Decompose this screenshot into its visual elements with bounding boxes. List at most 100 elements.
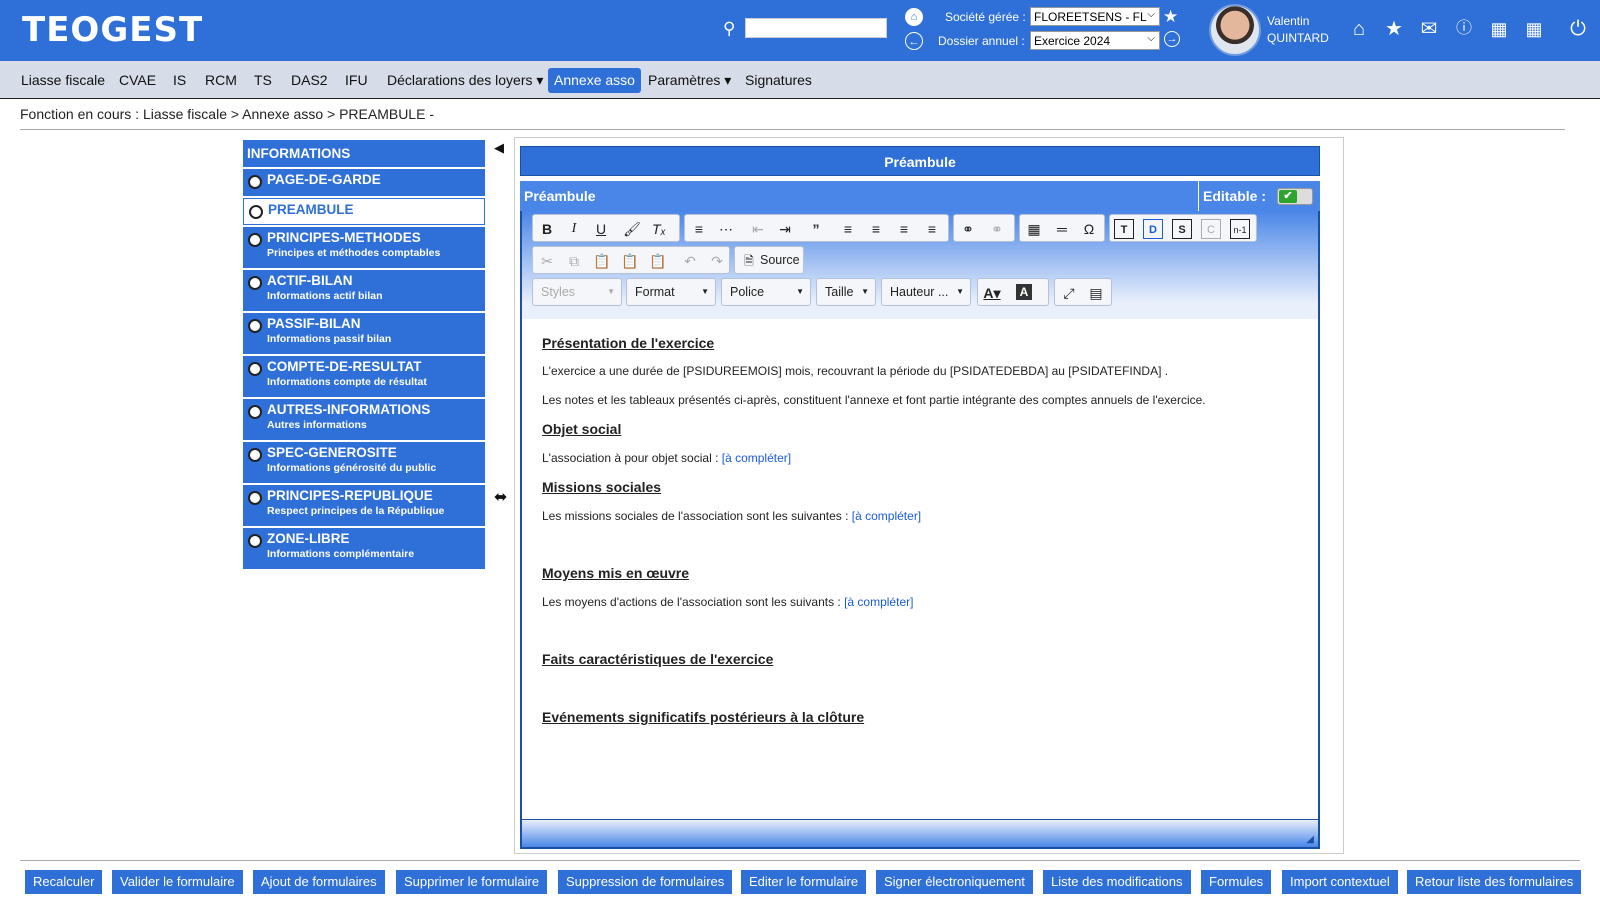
menu-rcm[interactable]: RCM — [199, 68, 243, 93]
mail-icon[interactable]: ✉ — [1417, 17, 1441, 41]
menu-liasse-fiscale[interactable]: Liasse fiscale — [15, 68, 111, 93]
radio-icon[interactable] — [248, 362, 262, 376]
line-height-dropdown[interactable]: Hauteur ... ▼ — [881, 278, 971, 306]
remove-format-icon[interactable]: Tₓ — [649, 219, 669, 239]
bg-color-icon[interactable]: A — [1016, 284, 1032, 300]
power-icon[interactable]: ⏻ — [1566, 17, 1590, 41]
sidebar-item-zone-libre[interactable]: ZONE-LIBRE Informations complémentaire — [243, 528, 485, 569]
search-input[interactable] — [745, 18, 887, 38]
radio-icon[interactable] — [248, 448, 262, 462]
star-icon[interactable]: ★ — [1382, 17, 1406, 41]
placeholder-link[interactable]: [à compléter] — [844, 595, 913, 609]
italic-icon[interactable]: I — [564, 219, 584, 239]
search-icon[interactable]: ⚲ — [723, 19, 735, 39]
numbered-list-icon[interactable]: ≡ — [689, 219, 709, 239]
home-icon[interactable]: ⌂ — [1347, 17, 1371, 41]
source-button[interactable]: 🗎 Source — [734, 246, 804, 274]
paste-word-icon[interactable]: 📋 — [648, 251, 668, 271]
cut-icon[interactable]: ✂ — [537, 251, 557, 271]
s-field-icon[interactable]: S — [1172, 219, 1192, 239]
radio-icon[interactable] — [248, 276, 262, 290]
suppression-formulaires-button[interactable]: Suppression de formulaires — [558, 870, 733, 894]
radio-icon[interactable] — [248, 491, 262, 505]
menu-annexe-asso[interactable]: Annexe asso — [548, 68, 641, 93]
indent-icon[interactable]: ⇥ — [775, 219, 795, 239]
radio-icon[interactable] — [249, 205, 263, 219]
editer-formulaire-button[interactable]: Editer le formulaire — [741, 870, 867, 894]
copy-format-icon[interactable]: 🖌 — [622, 219, 642, 239]
underline-icon[interactable]: U — [591, 219, 611, 239]
resize-grip-icon[interactable]: ◢ — [1306, 834, 1314, 845]
valider-formulaire-button[interactable]: Valider le formulaire — [112, 870, 243, 894]
ajout-formulaires-button[interactable]: Ajout de formulaires — [253, 870, 385, 894]
formules-button[interactable]: Formules — [1201, 870, 1272, 894]
maximize-icon[interactable]: ⤢ — [1059, 283, 1079, 303]
align-center-icon[interactable]: ≡ — [866, 219, 886, 239]
menu-is[interactable]: IS — [167, 68, 192, 93]
horizontal-rule-icon[interactable]: ═ — [1052, 219, 1072, 239]
align-left-icon[interactable]: ≡ — [838, 219, 858, 239]
sidebar-item-principes-methodes[interactable]: PRINCIPES-METHODES Principes et méthodes … — [243, 227, 485, 268]
collapse-sidebar-icon[interactable]: ◀ — [494, 140, 504, 156]
supprimer-formulaire-button[interactable]: Supprimer le formulaire — [396, 870, 548, 894]
radio-icon[interactable] — [248, 233, 262, 247]
n-minus-1-icon[interactable]: n-1 — [1230, 219, 1250, 239]
sidebar-item-page-de-garde[interactable]: PAGE-DE-GARDE — [243, 169, 485, 196]
resize-handle-icon[interactable]: ⬌ — [494, 487, 507, 507]
signer-electroniquement-button[interactable]: Signer électroniquement — [876, 870, 1033, 894]
menu-cvae[interactable]: CVAE — [113, 68, 162, 93]
user-name[interactable]: Valentin QUINTARD — [1267, 13, 1329, 47]
radio-icon[interactable] — [248, 405, 262, 419]
table-icon[interactable]: ▦ — [1024, 219, 1044, 239]
font-dropdown[interactable]: Police ▼ — [721, 278, 811, 306]
unlink-icon[interactable]: ⚭ — [987, 219, 1007, 239]
placeholder-link[interactable]: [à compléter] — [722, 451, 791, 465]
placeholder-link[interactable]: [à compléter] — [852, 509, 921, 523]
justify-icon[interactable]: ≡ — [922, 219, 942, 239]
link-icon[interactable]: ⚭ — [958, 219, 978, 239]
sidebar-item-spec-generosite[interactable]: SPEC-GENEROSITE Informations générosité d… — [243, 442, 485, 483]
radio-icon[interactable] — [248, 175, 262, 189]
bullet-list-icon[interactable]: ⋯ — [716, 219, 736, 239]
bold-icon[interactable]: B — [537, 219, 557, 239]
editor-content[interactable]: Présentation de l'exercice L'exercice a … — [520, 319, 1320, 819]
c-field-icon[interactable]: C — [1201, 219, 1221, 239]
dossier-select[interactable]: Exercice 2024 ⌵ — [1030, 31, 1160, 50]
liste-modifications-button[interactable]: Liste des modifications — [1043, 870, 1191, 894]
align-right-icon[interactable]: ≡ — [894, 219, 914, 239]
menu-declarations-loyers[interactable]: Déclarations des loyers ▾ — [381, 68, 549, 93]
calendar-icon[interactable]: ▦ — [1487, 17, 1511, 41]
sidebar-item-passif-bilan[interactable]: PASSIF-BILAN Informations passif bilan — [243, 313, 485, 354]
copy-icon[interactable]: ⧉ — [564, 251, 584, 271]
menu-parametres[interactable]: Paramètres ▾ — [642, 68, 737, 93]
text-color-icon[interactable]: A▾ — [982, 283, 1002, 303]
d-field-icon[interactable]: D — [1143, 219, 1163, 239]
outdent-icon[interactable]: ⇤ — [748, 219, 768, 239]
paste-icon[interactable]: 📋 — [592, 251, 612, 271]
forward-circle-icon[interactable]: → — [1164, 31, 1180, 47]
radio-icon[interactable] — [248, 319, 262, 333]
retour-liste-formulaires-button[interactable]: Retour liste des formulaires — [1407, 870, 1582, 894]
sidebar-item-compte-de-resultat[interactable]: COMPTE-DE-RESULTAT Informations compte de… — [243, 356, 485, 397]
sidebar-item-actif-bilan[interactable]: ACTIF-BILAN Informations actif bilan — [243, 270, 485, 311]
sidebar-item-preambule[interactable]: PREAMBULE — [243, 198, 485, 225]
redo-icon[interactable]: ↷ — [707, 251, 727, 271]
menu-das2[interactable]: DAS2 — [285, 68, 334, 93]
text-field-icon[interactable]: T — [1114, 219, 1134, 239]
editable-toggle[interactable]: ✔ — [1277, 188, 1313, 205]
size-dropdown[interactable]: Taille ▼ — [816, 278, 876, 306]
undo-icon[interactable]: ↶ — [680, 251, 700, 271]
app-logo[interactable]: TEOGEST — [22, 10, 203, 50]
sidebar-item-principes-republique[interactable]: PRINCIPES-REPUBLIQUE Respect principes de… — [243, 485, 485, 526]
blockquote-icon[interactable]: ” — [806, 219, 826, 239]
recalculer-button[interactable]: Recalculer — [25, 870, 103, 894]
import-contextuel-button[interactable]: Import contextuel — [1282, 870, 1398, 894]
menu-signatures[interactable]: Signatures — [739, 68, 818, 93]
home-circle-icon[interactable]: ⌂ — [905, 8, 923, 26]
styles-dropdown[interactable]: Styles ▼ — [532, 278, 622, 306]
show-blocks-icon[interactable]: ▤ — [1086, 283, 1106, 303]
menu-ts[interactable]: TS — [248, 68, 278, 93]
help-icon[interactable]: ⓘ — [1452, 17, 1476, 41]
societe-select[interactable]: FLOREETSENS - FL ⌵ — [1030, 7, 1160, 26]
special-char-icon[interactable]: Ω — [1079, 219, 1099, 239]
